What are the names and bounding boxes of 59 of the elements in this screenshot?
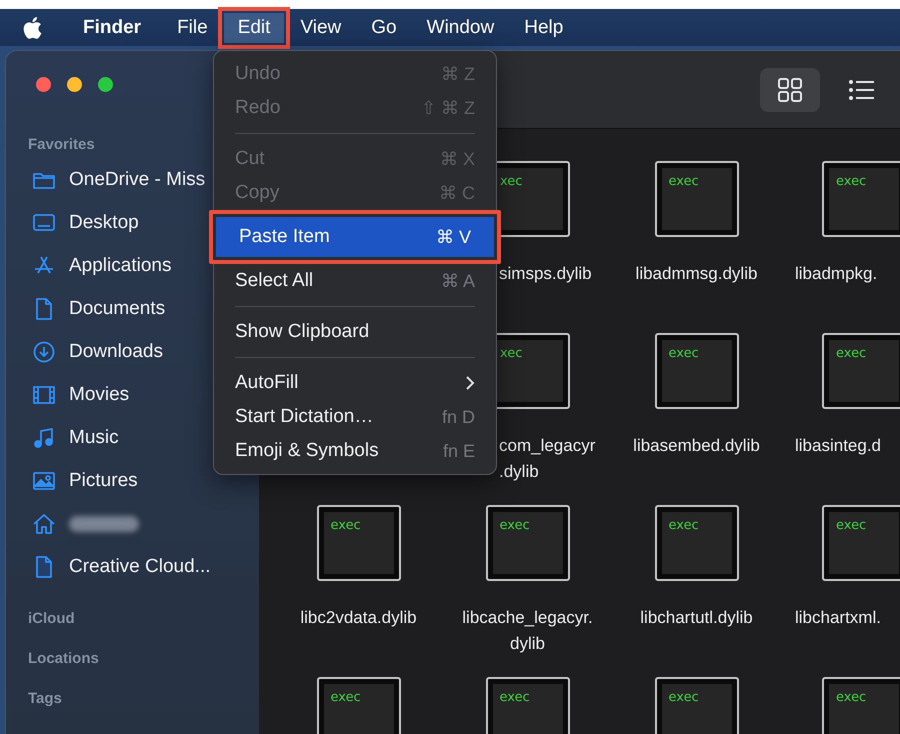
executable-file-icon[interactable]: exec xyxy=(822,161,900,237)
executable-file-icon[interactable]: exec xyxy=(486,677,570,734)
menu-title[interactable]: View xyxy=(286,12,356,42)
file-name: libasembed.dylib xyxy=(633,435,760,457)
shortcut-text: fn E xyxy=(442,440,475,462)
sidebar-item[interactable]: Music xyxy=(69,426,119,448)
executable-file-icon[interactable]: exec xyxy=(316,677,400,734)
menu-item[interactable]: Paste Item ⌘ V xyxy=(209,210,501,264)
apple-logo-icon[interactable] xyxy=(22,16,42,40)
file-name: simsps.dylib xyxy=(499,263,592,285)
sidebar-item[interactable]: Creative Cloud... xyxy=(69,556,211,578)
file-name: libasinteg.d xyxy=(795,435,882,457)
music-note-icon xyxy=(32,426,56,450)
file-name: com_legacyr .dylib xyxy=(499,435,596,483)
section-heading: Tags xyxy=(28,690,63,708)
menu-title[interactable]: Window xyxy=(412,12,508,42)
zoom-button[interactable] xyxy=(98,77,113,92)
shortcut-text: ⌘ V xyxy=(436,226,471,248)
menu-title[interactable]: Help xyxy=(510,12,578,42)
menu-title[interactable]: Go xyxy=(357,12,411,42)
executable-file-icon[interactable]: exec xyxy=(654,677,738,734)
sidebar-item[interactable]: Applications xyxy=(69,254,172,276)
file-name: libcache_legacyr. dylib xyxy=(462,607,593,655)
sidebar-item[interactable]: Desktop xyxy=(69,212,139,234)
sidebar-item[interactable]: Documents xyxy=(69,298,166,320)
download-icon xyxy=(32,340,56,364)
section-heading: Locations xyxy=(28,650,100,668)
file-name: libadmpkg. xyxy=(795,263,878,285)
sidebar-item[interactable]: Downloads xyxy=(69,340,163,362)
menu-title[interactable]: Edit xyxy=(224,12,284,42)
executable-file-icon[interactable]: exec xyxy=(486,505,570,581)
sidebar-item[interactable]: Pictures xyxy=(69,470,138,492)
executable-file-icon[interactable]: exec xyxy=(822,677,900,734)
sidebar-item[interactable]: OneDrive - Miss xyxy=(69,168,206,190)
executable-file-icon[interactable]: exec xyxy=(654,505,738,581)
file-name: libchartutl.dylib xyxy=(640,607,753,629)
section-heading: Favorites xyxy=(28,136,96,154)
house-icon xyxy=(32,512,56,536)
menu-title[interactable]: File xyxy=(163,12,222,42)
file-name: libadmmsg.dylib xyxy=(636,263,758,285)
close-button[interactable] xyxy=(36,77,51,92)
list-view-icon xyxy=(848,78,876,100)
grid-view-icon xyxy=(777,76,803,102)
minimize-button[interactable] xyxy=(67,77,82,92)
shortcut-text: fn D xyxy=(442,406,475,428)
shortcut-text: ⌘ A xyxy=(440,270,475,292)
grid-view-button[interactable] xyxy=(760,68,820,112)
menu-item[interactable]: Emoji & Symbols fn E xyxy=(219,434,491,468)
section-heading: iCloud xyxy=(28,610,76,628)
executable-file-icon[interactable]: exec xyxy=(316,505,400,581)
executable-file-icon[interactable]: exec xyxy=(822,333,900,409)
executable-file-icon[interactable]: exec xyxy=(654,161,738,237)
sidebar-item[interactable]: Movies xyxy=(69,384,130,406)
executable-file-icon[interactable]: exec xyxy=(822,505,900,581)
app-menu[interactable]: Finder xyxy=(74,16,150,38)
menu-item[interactable]: Select All ⌘ A xyxy=(219,264,491,298)
file-name: libc2vdata.dylib xyxy=(300,607,417,629)
executable-file-icon[interactable]: exec xyxy=(654,333,738,409)
file-name: libchartxml. xyxy=(795,607,881,629)
